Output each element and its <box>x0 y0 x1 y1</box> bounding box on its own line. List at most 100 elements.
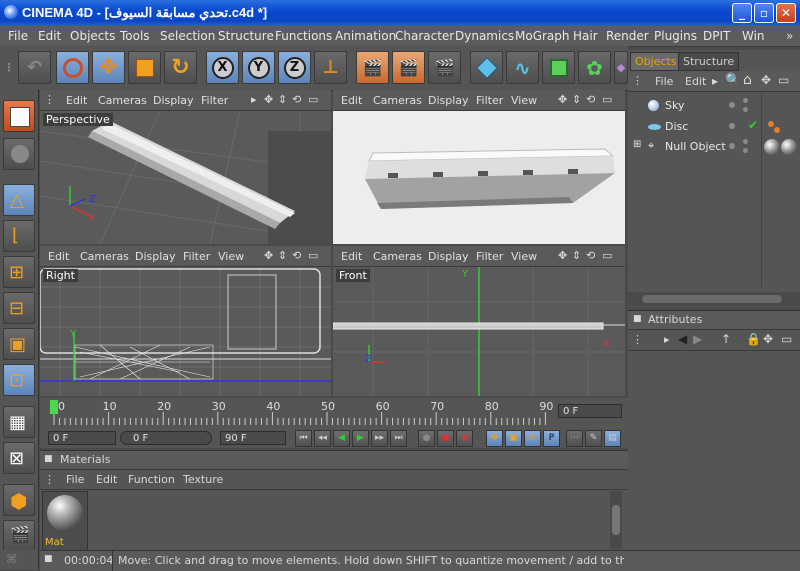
right-viewport[interactable]: Edit Cameras Display Filter View ✥ ⇕ ⟲ ▭… <box>40 246 331 396</box>
viewport-menu-filter[interactable]: Filter <box>201 94 228 107</box>
motion-path-button[interactable]: ✎ <box>585 430 602 447</box>
menu-hair[interactable]: Hair <box>573 29 598 43</box>
material-tag-icon[interactable] <box>768 121 774 127</box>
pan-view-icon[interactable]: ✥ <box>264 249 273 262</box>
editor-visibility-icon[interactable] <box>743 139 748 144</box>
viewport-menu-display[interactable]: Display <box>428 94 469 107</box>
object-axis-tool-button[interactable]: ⌊ <box>3 220 35 252</box>
render-to-picture-viewer-button[interactable]: 🎬 <box>428 51 461 84</box>
render-region-button[interactable]: 🎬 <box>392 51 425 84</box>
back-arrow-icon[interactable]: ◀ <box>678 332 687 346</box>
position-key-button[interactable]: ✥ <box>486 430 503 447</box>
up-arrow-icon[interactable]: ↑ <box>721 332 731 346</box>
home-icon[interactable]: ⌂ <box>743 72 752 88</box>
nurbs-button[interactable] <box>542 51 575 84</box>
scale-tool-button[interactable] <box>128 51 161 84</box>
current-frame-field[interactable]: 0 F <box>558 404 622 418</box>
viewport-menu-cameras[interactable]: Cameras <box>98 94 147 107</box>
menu-selection[interactable]: Selection <box>160 29 215 43</box>
menu-objects[interactable]: Objects <box>70 29 115 43</box>
top-right-viewport[interactable]: Edit Cameras Display Filter View ✥ ⇕ ⟲ ▭ <box>333 90 625 244</box>
menu-overflow-icon[interactable]: » <box>786 29 793 43</box>
menu-animation[interactable]: Animation <box>335 29 396 43</box>
enabled-check-icon[interactable]: ✔ <box>748 118 758 132</box>
next-key-button[interactable]: ▸▸ <box>371 430 388 447</box>
maximize-view-icon[interactable]: ▭ <box>308 249 318 262</box>
zoom-view-icon[interactable]: ⇕ <box>572 93 581 106</box>
materials-menu-file[interactable]: File <box>66 473 84 486</box>
render-view-button[interactable]: 🎬 <box>356 51 389 84</box>
animation-mode-button[interactable]: ⬢ <box>3 484 35 516</box>
record-button[interactable]: ● <box>418 430 435 447</box>
maximize-button[interactable]: ▫ <box>754 3 774 23</box>
minimize-button[interactable]: _ <box>732 3 752 23</box>
maximize-panel-icon[interactable]: ▭ <box>781 332 792 346</box>
make-editable-button[interactable] <box>3 138 35 170</box>
materials-menu-texture[interactable]: Texture <box>183 473 223 486</box>
material-ball-icon[interactable] <box>781 139 797 155</box>
zoom-view-icon[interactable]: ⇕ <box>278 249 287 262</box>
viewport-menu-filter[interactable]: Filter <box>476 250 503 263</box>
viewport-menu-edit[interactable]: Edit <box>66 94 87 107</box>
viewport-menu-filter[interactable]: Filter <box>476 94 503 107</box>
maximize-view-icon[interactable]: ▭ <box>308 93 318 106</box>
menu-plugins[interactable]: Plugins <box>654 29 697 43</box>
zoom-view-icon[interactable]: ⇕ <box>572 249 581 262</box>
close-button[interactable]: ✕ <box>776 3 796 23</box>
menu-dynamics[interactable]: Dynamics <box>455 29 514 43</box>
play-forward-button[interactable]: ▶ <box>352 430 369 447</box>
more-arrow-icon[interactable]: ▸ <box>712 74 718 88</box>
viewport-menu-edit[interactable]: Edit <box>48 250 69 263</box>
object-row-null-object[interactable]: ⊞ ⌖ Null Object <box>628 137 800 157</box>
expand-icon[interactable]: ⊞ <box>633 139 641 150</box>
menu-dpit[interactable]: DPIT <box>703 29 730 43</box>
horizontal-scrollbar[interactable] <box>628 292 800 306</box>
maximize-panel-icon[interactable]: ▭ <box>778 73 789 87</box>
object-row-sky[interactable]: Sky <box>628 96 800 116</box>
vertical-scrollbar[interactable] <box>610 491 622 549</box>
viewport-menu-view[interactable]: View <box>511 250 537 263</box>
menu-functions[interactable]: Functions <box>275 29 332 43</box>
move-tool-button[interactable]: ✥ <box>92 51 125 84</box>
visibility-dot-icon[interactable] <box>729 123 735 129</box>
end-frame-field[interactable]: 90 F <box>220 431 286 445</box>
spline-button[interactable]: ∿ <box>506 51 539 84</box>
start-frame-field[interactable]: 0 F <box>48 431 116 445</box>
array-button[interactable]: ✿ <box>578 51 611 84</box>
texture-tool-button[interactable]: ⊡ <box>3 364 35 396</box>
object-row-disc[interactable]: Disc ✔ <box>628 117 800 137</box>
menu-structure[interactable]: Structure <box>218 29 274 43</box>
materials-menu-function[interactable]: Function <box>128 473 175 486</box>
tab-objects[interactable]: Objects <box>630 52 682 71</box>
layout-switch-button[interactable] <box>3 100 35 132</box>
lock-icon[interactable]: 🔒 <box>746 332 761 346</box>
viewport-menu-filter[interactable]: Filter <box>183 250 210 263</box>
viewport-menu-cameras[interactable]: Cameras <box>80 250 129 263</box>
menu-file[interactable]: File <box>8 29 28 43</box>
tab-structure[interactable]: Structure <box>678 52 740 71</box>
workplane-button[interactable]: ⊠ <box>3 442 35 474</box>
pan-view-icon[interactable]: ✥ <box>558 93 567 106</box>
parameter-key-button[interactable]: P <box>543 430 560 447</box>
viewport-menu-cameras[interactable]: Cameras <box>373 94 422 107</box>
scale-key-button[interactable]: ▣ <box>505 430 522 447</box>
visibility-dot-icon[interactable] <box>729 102 735 108</box>
materials-menu-edit[interactable]: Edit <box>96 473 117 486</box>
viewport-menu-cameras[interactable]: Cameras <box>373 250 422 263</box>
x-axis-button[interactable]: X <box>206 51 239 84</box>
pan-view-icon[interactable]: ✥ <box>264 93 273 106</box>
y-axis-button[interactable]: Y <box>242 51 275 84</box>
viewport-menu-edit[interactable]: Edit <box>341 250 362 263</box>
objects-menu-edit[interactable]: Edit <box>685 75 706 88</box>
pan-icon[interactable]: ✥ <box>763 332 773 346</box>
viewport-menu-display[interactable]: Display <box>428 250 469 263</box>
rotate-view-icon[interactable]: ⟲ <box>292 93 301 106</box>
editor-visibility-icon[interactable] <box>743 98 748 103</box>
visibility-dot-icon[interactable] <box>729 143 735 149</box>
more-arrow-icon[interactable]: ▸ <box>664 333 670 346</box>
viewport-menu-view[interactable]: View <box>218 250 244 263</box>
material-tag-icon[interactable] <box>774 127 780 133</box>
front-viewport[interactable]: Edit Cameras Display Filter View ✥ ⇕ ⟲ ▭… <box>333 246 625 396</box>
play-backward-button[interactable]: ◀ <box>333 430 350 447</box>
cube-primitive-button[interactable] <box>470 51 503 84</box>
